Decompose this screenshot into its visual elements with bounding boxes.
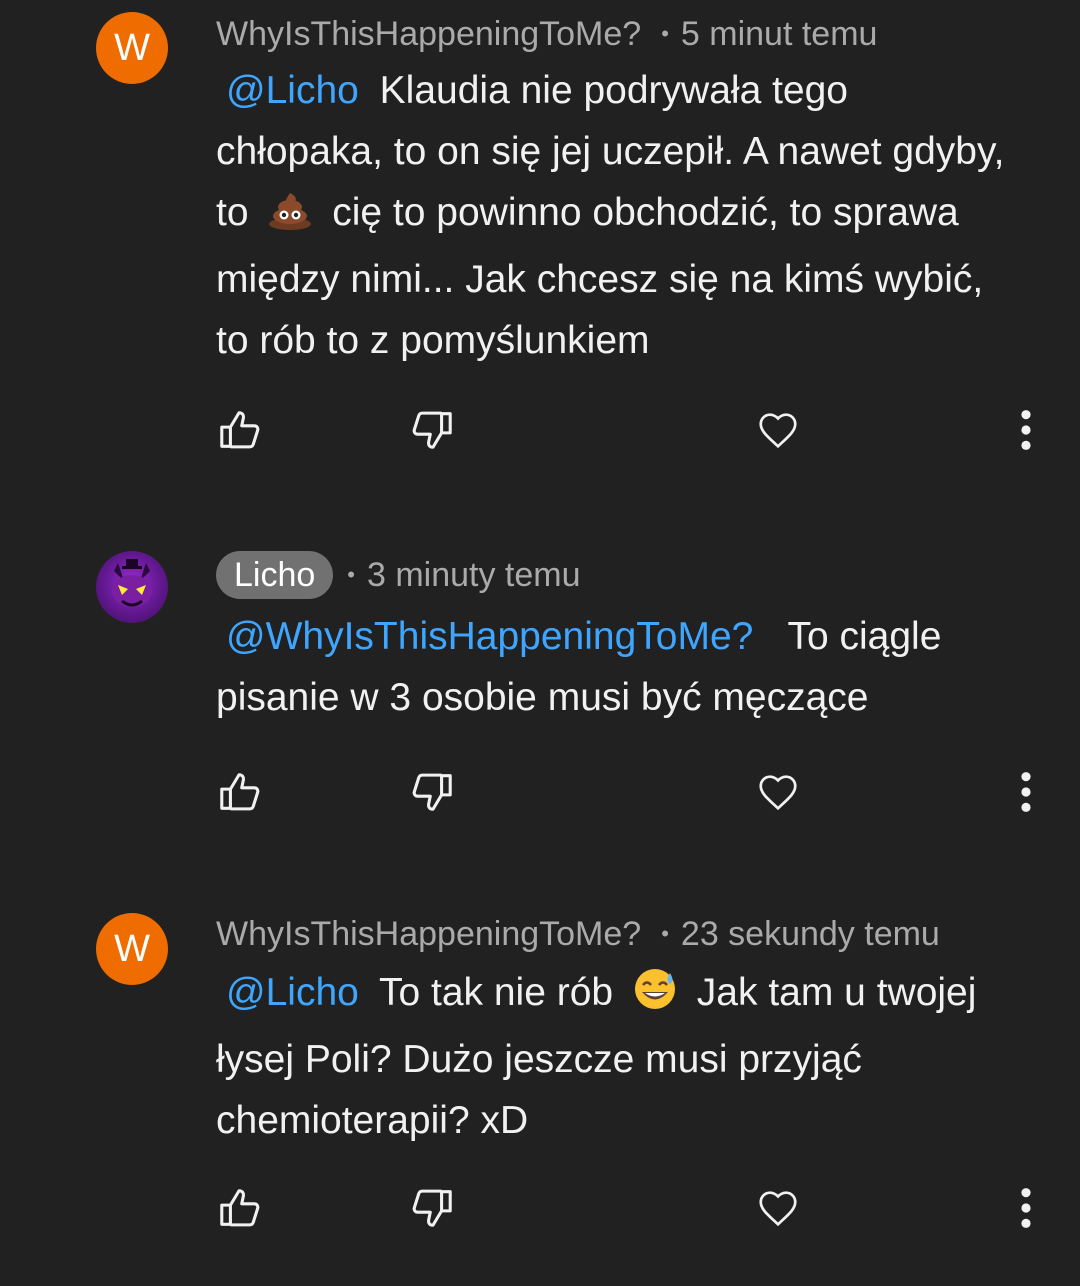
dislike-icon xyxy=(412,411,452,449)
heart-icon xyxy=(759,1191,797,1227)
more-vert-icon xyxy=(1021,410,1031,450)
like-icon xyxy=(220,411,260,449)
comment-actions xyxy=(0,1180,1080,1240)
author-name[interactable]: WhyIsThisHappeningToMe? xyxy=(216,15,641,54)
heart-button[interactable] xyxy=(750,402,806,458)
grinning-sweat-emoji-icon xyxy=(632,967,678,1029)
comment-text-part: cię to powinno obchodzić, to sprawa międ… xyxy=(216,191,984,362)
like-button[interactable] xyxy=(212,1180,268,1236)
demon-character-avatar-icon xyxy=(112,559,152,607)
separator-dot: • xyxy=(661,921,669,946)
dislike-button[interactable] xyxy=(404,402,460,458)
comment-text-part: To tak nie rób xyxy=(378,971,614,1014)
dislike-icon xyxy=(412,1189,452,1227)
separator-dot: • xyxy=(661,21,669,46)
comment-actions xyxy=(0,402,1080,462)
avatar[interactable]: W xyxy=(96,12,168,84)
avatar[interactable] xyxy=(96,551,168,623)
like-button[interactable] xyxy=(212,764,268,820)
comment-time[interactable]: 23 sekundy temu xyxy=(681,915,940,954)
like-icon xyxy=(220,1189,260,1227)
author-name-chip[interactable]: Licho xyxy=(216,551,334,599)
author-name[interactable]: WhyIsThisHappeningToMe? xyxy=(216,915,641,954)
avatar-letter: W xyxy=(114,26,150,69)
dislike-button[interactable] xyxy=(404,1180,460,1236)
comment-time[interactable]: 5 minut temu xyxy=(681,15,878,54)
mention-link[interactable]: @Licho xyxy=(226,69,359,112)
more-vert-icon xyxy=(1021,1188,1031,1228)
comment-text: @WhyIsThisHappeningToMe? To ciągle pisan… xyxy=(216,606,1016,728)
avatar[interactable]: W xyxy=(96,913,168,985)
comment-text: @Licho To tak nie rób Jak tam u twojej ł… xyxy=(216,962,1016,1151)
comment-header: WhyIsThisHappeningToMe? • 23 sekundy tem… xyxy=(216,912,940,956)
comment-actions xyxy=(0,764,1080,824)
comment-time[interactable]: 3 minuty temu xyxy=(367,556,581,595)
more-vert-icon xyxy=(1021,772,1031,812)
dislike-button[interactable] xyxy=(404,764,460,820)
more-options-button[interactable] xyxy=(998,1180,1054,1236)
more-options-button[interactable] xyxy=(998,402,1054,458)
like-button[interactable] xyxy=(212,402,268,458)
heart-icon xyxy=(759,775,797,811)
dislike-icon xyxy=(412,773,452,811)
comment-text: @Licho Klaudia nie podrywała tego chłopa… xyxy=(216,60,1016,371)
heart-button[interactable] xyxy=(750,764,806,820)
mention-link[interactable]: @Licho xyxy=(226,971,359,1014)
more-options-button[interactable] xyxy=(998,764,1054,820)
separator-dot: • xyxy=(347,562,355,587)
comment-header: WhyIsThisHappeningToMe? • 5 minut temu xyxy=(216,12,877,56)
mention-link[interactable]: @WhyIsThisHappeningToMe? xyxy=(226,615,753,658)
comment-header: Licho • 3 minuty temu xyxy=(216,551,581,599)
heart-icon xyxy=(759,413,797,449)
avatar-letter: W xyxy=(114,927,150,970)
like-icon xyxy=(220,773,260,811)
heart-button[interactable] xyxy=(750,1180,806,1236)
poop-emoji-icon xyxy=(267,188,313,249)
